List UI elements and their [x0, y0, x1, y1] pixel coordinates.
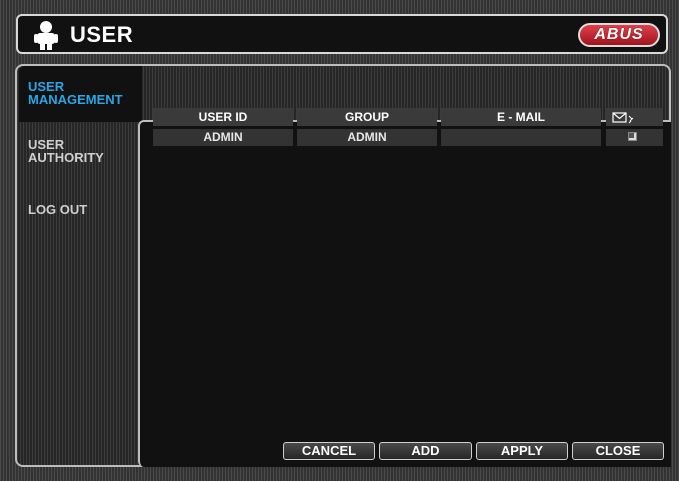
title-bar: USER ABUS — [16, 14, 668, 54]
column-header-email: E - MAIL — [441, 108, 601, 126]
page-title: USER — [70, 22, 134, 47]
cell-email — [441, 129, 601, 146]
mail-icon — [612, 112, 634, 124]
cell-user-id: ADMIN — [153, 129, 293, 146]
content-area — [138, 120, 671, 467]
email-notify-checkbox[interactable] — [628, 132, 637, 141]
sidebar-item-user-authority[interactable]: USER AUTHORITY — [28, 138, 104, 164]
cancel-button[interactable]: CANCEL — [283, 442, 375, 460]
apply-button[interactable]: APPLY — [476, 442, 568, 460]
dvr-screen: USER ABUS USER MANAGEMENT USER AUTHORITY… — [0, 0, 679, 481]
sidebar-item-label: LOG OUT — [28, 202, 88, 217]
column-header-user-id: USER ID — [153, 108, 293, 126]
sidebar-item-label: MANAGEMENT — [28, 92, 123, 107]
cell-group: ADMIN — [297, 129, 437, 146]
sidebar-item-label: AUTHORITY — [28, 150, 104, 165]
add-button[interactable]: ADD — [379, 442, 472, 460]
user-icon — [34, 21, 58, 50]
brand-logo: ABUS — [578, 23, 660, 47]
sidebar-item-user-management[interactable]: USER MANAGEMENT — [28, 80, 123, 106]
sidebar-item-log-out[interactable]: LOG OUT — [28, 203, 87, 216]
column-header-group: GROUP — [297, 108, 437, 126]
close-button[interactable]: CLOSE — [572, 442, 664, 460]
